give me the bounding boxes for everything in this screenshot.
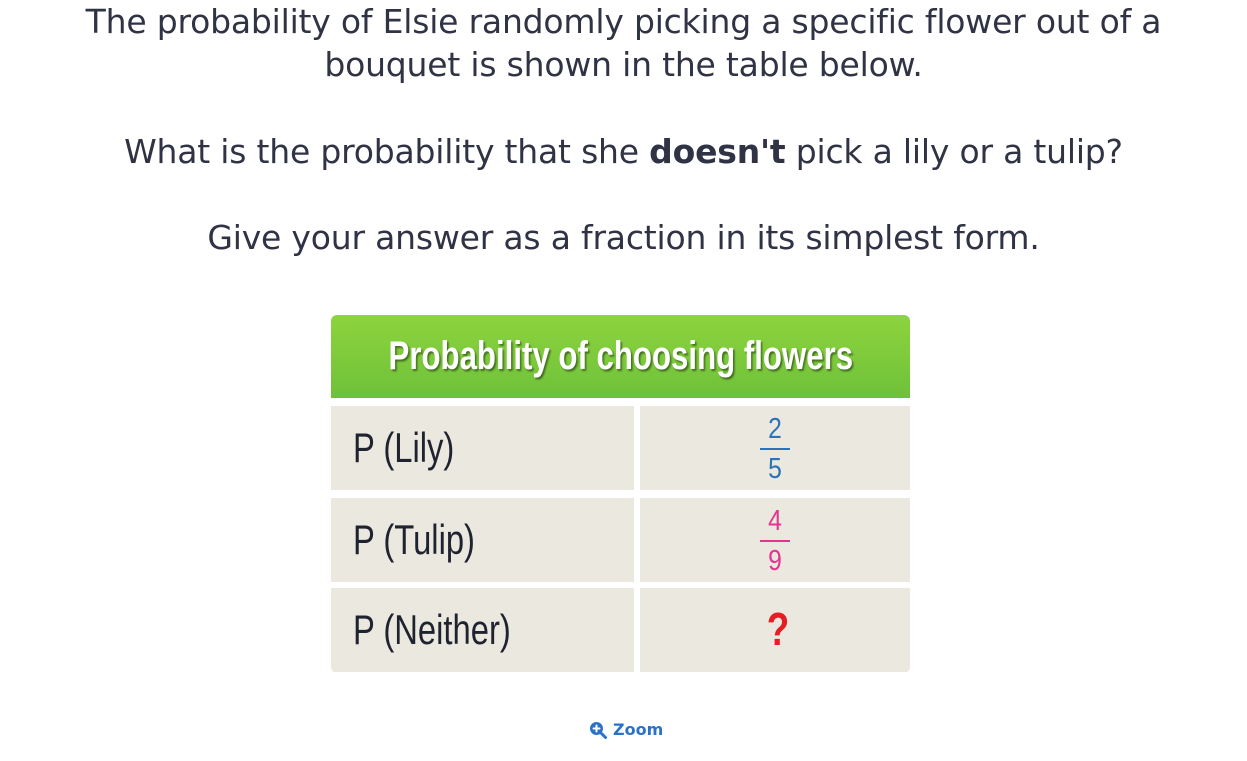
question-intro-line2: bouquet is shown in the table below. (324, 45, 923, 84)
fraction-denominator: 5 (768, 453, 782, 485)
table-cell-label: P (Lily) (331, 406, 634, 490)
question-main: What is the probability that she doesn't… (0, 130, 1247, 173)
table-row-lily: P (Lily) 2 5 (331, 406, 910, 490)
zoom-in-icon (589, 721, 607, 739)
probability-table: Probability of choosing flowers P (Lily)… (331, 315, 910, 673)
fraction-bar (760, 540, 790, 542)
zoom-button[interactable]: Zoom (589, 720, 663, 739)
table-cell-value: 2 5 (640, 406, 910, 490)
question-instruction: Give your answer as a fraction in its si… (207, 218, 1040, 257)
row-label-lily: P (Lily) (353, 424, 455, 471)
fraction-lily: 2 5 (755, 412, 795, 486)
fraction-numerator: 4 (768, 505, 782, 537)
zoom-label: Zoom (613, 720, 664, 739)
fraction-denominator: 9 (768, 545, 782, 577)
table-title: Probability of choosing flowers (388, 334, 853, 378)
unknown-value: ? (766, 603, 790, 655)
question-intro: The probability of Elsie randomly pickin… (0, 0, 1247, 86)
fraction-numerator: 2 (768, 413, 782, 445)
table-cell-value: ? (640, 588, 910, 672)
table-cell-value: 4 9 (640, 498, 910, 582)
question-main-before: What is the probability that she (124, 132, 650, 171)
table-header: Probability of choosing flowers (331, 315, 910, 398)
question-main-after: pick a lily or a tulip? (785, 132, 1123, 171)
table-row-tulip: P (Tulip) 4 9 (331, 498, 910, 582)
table-cell-label: P (Tulip) (331, 498, 634, 582)
fraction-bar (760, 448, 790, 450)
question-main-bold: doesn't (649, 132, 786, 171)
question-intro-line1: The probability of Elsie randomly pickin… (85, 2, 1162, 41)
row-label-neither: P (Neither) (353, 606, 511, 653)
row-label-tulip: P (Tulip) (353, 516, 475, 563)
fraction-tulip: 4 9 (755, 504, 795, 578)
table-cell-label: P (Neither) (331, 588, 634, 672)
table-row-neither: P (Neither) ? (331, 588, 910, 672)
